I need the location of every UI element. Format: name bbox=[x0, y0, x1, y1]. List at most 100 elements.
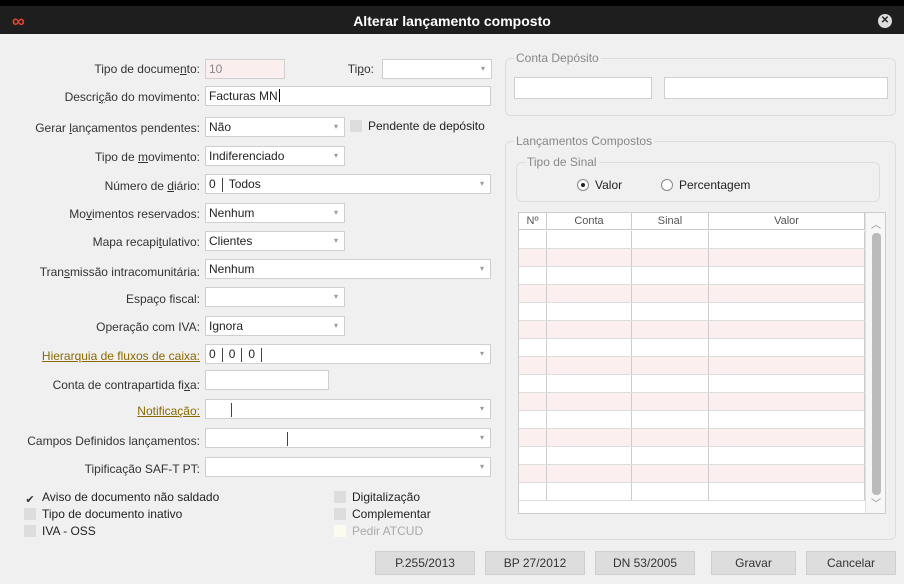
grid-column-divider bbox=[708, 357, 709, 374]
grid-column-divider bbox=[708, 465, 709, 482]
grid-column-divider bbox=[546, 231, 547, 248]
mapa-recapitulativo-select[interactable]: Clientes ▾ bbox=[205, 231, 345, 251]
grid-column-divider bbox=[631, 321, 632, 338]
conta-contrapartida-label: Conta de contrapartida fixa: bbox=[52, 378, 200, 392]
pendente-deposito-checkbox[interactable]: Pendente de depósito bbox=[350, 119, 485, 133]
grid-column-divider bbox=[546, 321, 547, 338]
conta-deposito-legend: Conta Depósito bbox=[514, 51, 601, 65]
grid-column-divider bbox=[708, 303, 709, 320]
conta-deposito-field-2[interactable] bbox=[664, 77, 888, 99]
grid-column-divider bbox=[708, 375, 709, 392]
grid-column-divider bbox=[546, 267, 547, 284]
gerar-lancamentos-select[interactable]: Não ▾ bbox=[205, 117, 345, 137]
grid-header: Nº Conta Sinal Valor bbox=[519, 213, 885, 230]
p255-2013-button[interactable]: P.255/2013 bbox=[375, 551, 475, 575]
dn53-2005-button[interactable]: DN 53/2005 bbox=[595, 551, 695, 575]
hierarquia-fluxos-link[interactable]: Hierarquia de fluxos de caixa: bbox=[42, 349, 200, 363]
table-row[interactable] bbox=[519, 447, 865, 465]
grid-column-divider bbox=[546, 357, 547, 374]
tipo-movimento-select[interactable]: Indiferenciado ▾ bbox=[205, 146, 345, 166]
bp27-2012-button[interactable]: BP 27/2012 bbox=[485, 551, 585, 575]
table-row[interactable] bbox=[519, 321, 865, 339]
grid-column-divider bbox=[708, 231, 709, 248]
hierarquia-fluxos-select[interactable]: 0 0 0 ▾ bbox=[205, 344, 491, 364]
conta-deposito-field-1[interactable] bbox=[514, 77, 652, 99]
digitalizacao-checkbox[interactable]: Digitalização bbox=[334, 490, 420, 504]
column-header-sinal[interactable]: Sinal bbox=[632, 213, 709, 230]
grid-column-divider bbox=[546, 339, 547, 356]
grid-column-divider bbox=[708, 393, 709, 410]
tipificacao-select[interactable]: ▾ bbox=[205, 457, 491, 477]
transmissao-select[interactable]: Nenhum ▾ bbox=[205, 259, 491, 279]
grid-column-divider bbox=[708, 483, 709, 500]
grid-column-divider bbox=[546, 429, 547, 446]
column-header-conta[interactable]: Conta bbox=[547, 213, 632, 230]
chevron-down-icon: ▾ bbox=[479, 462, 484, 471]
tipo-sinal-legend: Tipo de Sinal bbox=[525, 155, 599, 169]
percentagem-radio[interactable]: Percentagem bbox=[661, 178, 750, 192]
close-icon[interactable]: ✕ bbox=[878, 14, 892, 28]
column-header-valor[interactable]: Valor bbox=[709, 213, 865, 230]
notificacao-link[interactable]: Notificação: bbox=[137, 404, 200, 418]
column-header-numero[interactable]: Nº bbox=[519, 213, 547, 230]
grid-column-divider bbox=[708, 339, 709, 356]
operacao-iva-select[interactable]: Ignora ▾ bbox=[205, 316, 345, 336]
scroll-thumb[interactable] bbox=[872, 233, 881, 495]
grid-column-divider bbox=[631, 303, 632, 320]
table-row[interactable] bbox=[519, 285, 865, 303]
chevron-down-icon: ▾ bbox=[479, 433, 484, 442]
valor-radio[interactable]: Valor bbox=[577, 178, 622, 192]
lancamentos-grid[interactable]: Nº Conta Sinal Valor ︿ ﹀ bbox=[518, 212, 886, 514]
tipificacao-label: Tipificação SAF-T PT: bbox=[84, 462, 200, 476]
grid-column-divider bbox=[708, 285, 709, 302]
espaco-fiscal-select[interactable]: ▾ bbox=[205, 287, 345, 307]
table-row[interactable] bbox=[519, 483, 865, 501]
notificacao-select[interactable]: ▾ bbox=[205, 399, 491, 419]
chevron-down-icon: ▾ bbox=[333, 122, 338, 131]
table-row[interactable] bbox=[519, 375, 865, 393]
grid-column-divider bbox=[546, 483, 547, 500]
grid-column-divider bbox=[546, 447, 547, 464]
numero-diario-select[interactable]: 0 Todos ▾ bbox=[205, 174, 491, 194]
table-row[interactable] bbox=[519, 429, 865, 447]
cancelar-button[interactable]: Cancelar bbox=[806, 551, 896, 575]
complementar-checkbox[interactable]: Complementar bbox=[334, 507, 431, 521]
table-row[interactable] bbox=[519, 303, 865, 321]
grid-scrollbar[interactable]: ︿ ﹀ bbox=[865, 213, 885, 513]
table-row[interactable] bbox=[519, 249, 865, 267]
gerar-lancamentos-label: Gerar lançamentos pendentes: bbox=[35, 121, 200, 135]
grid-column-divider bbox=[631, 339, 632, 356]
scroll-up-icon[interactable]: ︿ bbox=[866, 216, 885, 231]
grid-column-divider bbox=[546, 375, 547, 392]
grid-column-divider bbox=[631, 465, 632, 482]
table-row[interactable] bbox=[519, 267, 865, 285]
transmissao-label: Transmissão intracomunitária: bbox=[39, 265, 200, 279]
conta-contrapartida-input[interactable] bbox=[205, 370, 329, 390]
tipo-documento-label: Tipo de documento: bbox=[94, 62, 200, 76]
table-row[interactable] bbox=[519, 411, 865, 429]
table-row[interactable] bbox=[519, 339, 865, 357]
campos-definidos-select[interactable]: ▾ bbox=[205, 428, 491, 448]
table-row[interactable] bbox=[519, 357, 865, 375]
iva-oss-checkbox[interactable]: IVA - OSS bbox=[24, 524, 96, 538]
chevron-down-icon: ▾ bbox=[333, 292, 338, 301]
movimentos-reservados-select[interactable]: Nenhum ▾ bbox=[205, 203, 345, 223]
grid-column-divider bbox=[631, 429, 632, 446]
grid-column-divider bbox=[708, 321, 709, 338]
table-row[interactable] bbox=[519, 465, 865, 483]
window-title: Alterar lançamento composto bbox=[353, 13, 551, 29]
aviso-documento-checkbox[interactable]: ✔ Aviso de documento não saldado bbox=[24, 490, 219, 506]
table-row[interactable] bbox=[519, 393, 865, 411]
chevron-down-icon: ▾ bbox=[333, 208, 338, 217]
grid-column-divider bbox=[631, 375, 632, 392]
grid-column-divider bbox=[708, 447, 709, 464]
descricao-input[interactable]: Facturas MN bbox=[205, 86, 491, 106]
tipo-documento-inativo-checkbox[interactable]: Tipo de documento inativo bbox=[24, 507, 182, 521]
chevron-down-icon: ▾ bbox=[479, 404, 484, 413]
table-row[interactable] bbox=[519, 231, 865, 249]
grid-column-divider bbox=[546, 465, 547, 482]
gravar-button[interactable]: Gravar bbox=[711, 551, 796, 575]
tipo-select[interactable]: ▾ bbox=[382, 59, 492, 79]
scroll-down-icon[interactable]: ﹀ bbox=[866, 495, 885, 510]
espaco-fiscal-label: Espaço fiscal: bbox=[125, 292, 200, 306]
